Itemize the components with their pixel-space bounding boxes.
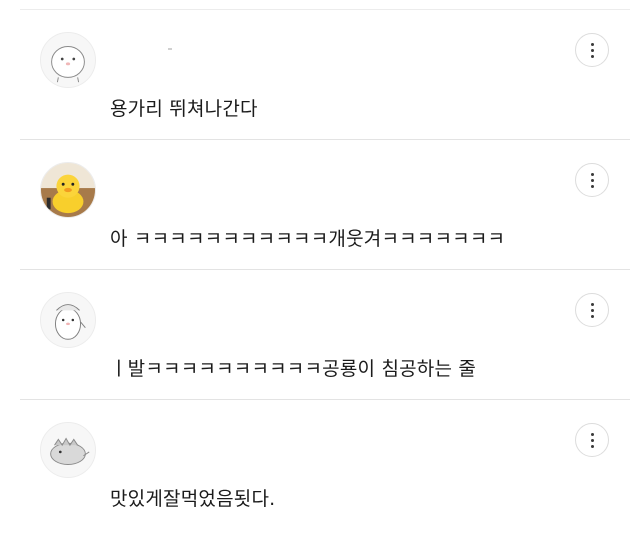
more-options-button[interactable] bbox=[575, 33, 609, 67]
vertical-dots-more-icon bbox=[590, 302, 594, 318]
comment-text: ㅣ발ㅋㅋㅋㅋㅋㅋㅋㅋㅋㅋ공룡이 침공하는 줄 bbox=[110, 358, 477, 380]
more-options-button[interactable] bbox=[575, 423, 609, 457]
vertical-dots-more-icon bbox=[590, 432, 594, 448]
yellow-duckling-icon bbox=[41, 163, 95, 217]
comment-item: 맛있게잘먹었음됫다. bbox=[0, 400, 640, 530]
comment-item: ㅣ발ㅋㅋㅋㅋㅋㅋㅋㅋㅋㅋ공룡이 침공하는 줄 bbox=[0, 270, 640, 400]
comment-text: 맛있게잘먹었음됫다. bbox=[110, 488, 276, 510]
avatar[interactable] bbox=[40, 32, 96, 88]
vertical-dots-more-icon bbox=[590, 42, 594, 58]
dinosaur-character-icon bbox=[41, 423, 95, 477]
comment-item: 용가리 뛰쳐나간다 bbox=[0, 10, 640, 140]
round-blob-character-icon bbox=[41, 33, 95, 87]
author-mark bbox=[168, 48, 172, 50]
penguin-character-icon bbox=[41, 293, 95, 347]
avatar[interactable] bbox=[40, 162, 96, 218]
comment-item: 아 ㅋㅋㅋㅋㅋㅋㅋㅋㅋㅋㅋ개웃겨ㅋㅋㅋㅋㅋㅋㅋ bbox=[0, 140, 640, 270]
avatar[interactable] bbox=[40, 422, 96, 478]
more-options-button[interactable] bbox=[575, 163, 609, 197]
avatar[interactable] bbox=[40, 292, 96, 348]
comment-text: 용가리 뛰쳐나간다 bbox=[110, 98, 258, 120]
more-options-button[interactable] bbox=[575, 293, 609, 327]
comment-text: 아 ㅋㅋㅋㅋㅋㅋㅋㅋㅋㅋㅋ개웃겨ㅋㅋㅋㅋㅋㅋㅋ bbox=[110, 228, 506, 250]
vertical-dots-more-icon bbox=[590, 172, 594, 188]
